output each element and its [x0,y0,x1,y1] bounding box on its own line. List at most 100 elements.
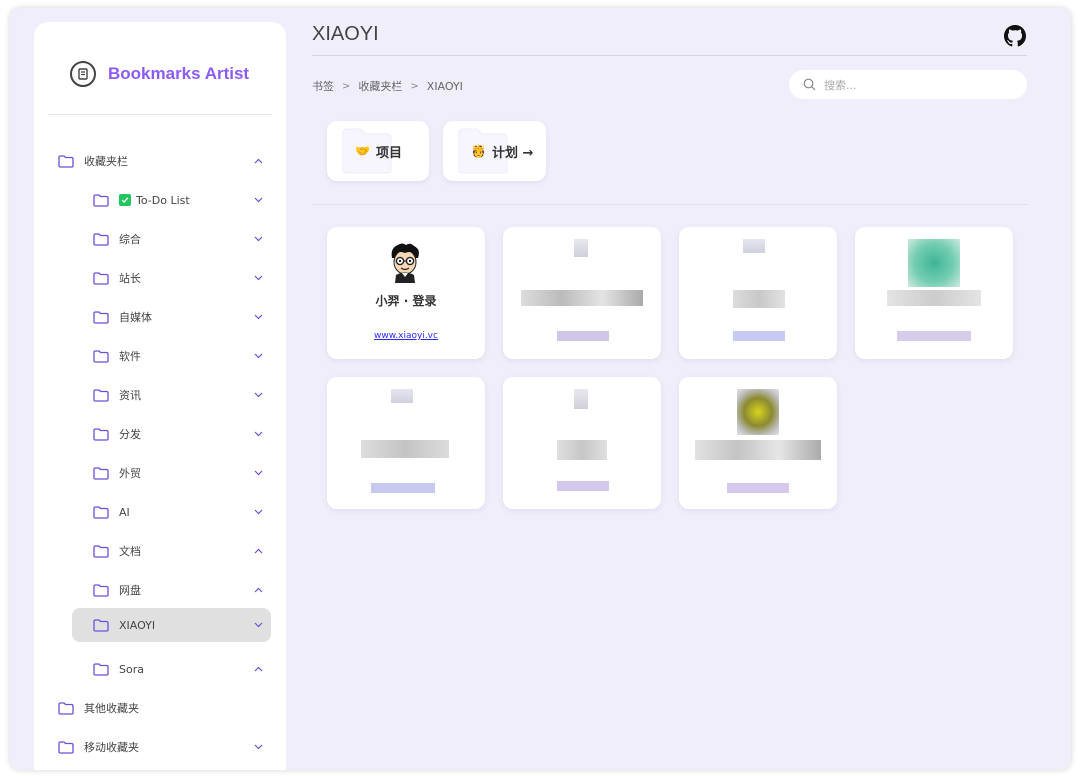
sidebar-item-zhanzhang[interactable]: 站长 [93,261,264,295]
blurred-url [727,483,789,493]
bookmark-card[interactable] [327,377,485,509]
chevron-down-icon[interactable] [252,741,264,753]
folder-icon [93,662,109,676]
folder-icon [93,583,109,597]
folder-icon [93,310,109,324]
blurred-favicon [574,389,588,409]
sidebar-item-wendang[interactable]: 文档 [93,534,264,568]
chevron-down-icon[interactable] [252,311,264,323]
blurred-favicon [743,239,765,253]
sidebar-item-mobile[interactable]: 移动收藏夹 [58,730,264,764]
bookmark-card[interactable] [679,227,837,359]
folder-card-label: 项目 [375,145,402,161]
blurred-favicon [908,239,960,287]
sidebar-item-label: 综合 [119,233,141,246]
blurred-title [521,290,643,306]
chevron-up-icon[interactable] [252,584,264,596]
chevron-down-icon[interactable] [252,389,264,401]
blurred-title [887,290,981,306]
sidebar-item-label: 其他收藏夹 [84,702,139,715]
blurred-title [361,440,449,458]
sidebar-item-xiaoyi[interactable]: XIAOYI [72,608,271,642]
sidebar-item-zimeiti[interactable]: 自媒体 [93,300,264,334]
folder-icon [93,427,109,441]
folder-icon [93,271,109,285]
divider [312,55,1027,56]
divider [312,204,1028,205]
brand[interactable]: Bookmarks Artist [70,54,249,94]
sidebar-item-other[interactable]: 其他收藏夹 [58,691,264,725]
sidebar-item-label: 软件 [119,350,141,363]
bookmark-url[interactable]: www.xiaoyi.vc [327,331,485,341]
sidebar-item-ruanjian[interactable]: 软件 [93,339,264,373]
chevron-up-icon[interactable] [252,155,264,167]
breadcrumb-separator: > [410,80,419,92]
sidebar-item-label: 文档 [119,545,141,558]
folder-icon [93,544,109,558]
breadcrumb-item[interactable]: 收藏夹栏 [358,78,402,94]
sidebar-item-label: To-Do List [136,193,190,207]
chevron-down-icon[interactable] [252,233,264,245]
chevron-down-icon[interactable] [252,272,264,284]
folder-icon [58,154,74,168]
checkmark-icon [119,194,131,206]
sidebar-item-label: 自媒体 [119,311,152,324]
blurred-url [557,481,609,491]
page-title: XIAOYI [312,23,379,45]
breadcrumb-item[interactable]: XIAOYI [427,80,463,93]
breadcrumb: 书签 > 收藏夹栏 > XIAOYI [312,78,463,94]
chevron-up-icon[interactable] [252,545,264,557]
sidebar-item-label: 站长 [119,272,141,285]
chevron-up-icon[interactable] [252,663,264,675]
search-input[interactable]: 搜索... [789,70,1027,99]
bookmark-card[interactable] [855,227,1013,359]
bookmark-card[interactable] [503,227,661,359]
blurred-favicon [574,239,588,257]
sidebar-item-root[interactable]: 收藏夹栏 [58,144,264,178]
app-title: Bookmarks Artist [108,64,250,83]
sidebar-item-label: AI [119,505,130,519]
app-window: Bookmarks Artist 收藏夹栏 To-Do List 综合 站长 自… [10,8,1071,770]
folder-icon [93,232,109,246]
chevron-down-icon[interactable] [252,506,264,518]
github-icon[interactable] [1004,25,1026,47]
bookmark-card[interactable] [503,377,661,509]
sidebar-item-label: XIAOYI [119,618,156,632]
sidebar-item-label: 网盘 [119,584,141,597]
divider [48,114,272,115]
sidebar-item-zonghe[interactable]: 综合 [93,222,264,256]
sidebar-item-wangpan[interactable]: 网盘 [93,573,264,607]
chevron-down-icon[interactable] [252,194,264,206]
sidebar-item-todo[interactable]: To-Do List [93,183,264,217]
chevron-down-icon[interactable] [252,428,264,440]
folder-icon [58,701,74,715]
folder-icon [93,618,109,632]
blurred-url [371,483,435,493]
bookmark-card[interactable]: 小羿 · 登录 www.xiaoyi.vc [327,227,485,359]
sidebar-item-fenfa[interactable]: 分发 [93,417,264,451]
chevron-down-icon[interactable] [252,467,264,479]
search-icon [803,78,816,91]
chevron-down-icon[interactable] [252,350,264,362]
folder-card-projects[interactable]: 🤝 项目 [327,121,429,181]
sidebar-item-ai[interactable]: AI [93,495,264,529]
sidebar: Bookmarks Artist 收藏夹栏 To-Do List 综合 站长 自… [34,22,286,770]
folder-icon [93,193,109,207]
bookmark-card[interactable] [679,377,837,509]
folder-icon [58,740,74,754]
sidebar-item-zixun[interactable]: 资讯 [93,378,264,412]
chevron-down-icon[interactable] [252,619,264,631]
search-placeholder: 搜索... [824,78,857,92]
sidebar-item-waimao[interactable]: 外贸 [93,456,264,490]
bookmark-logo-icon [70,61,96,87]
folder-icon [93,505,109,519]
bookmark-title: 小羿 · 登录 [375,294,437,308]
folder-card-plan[interactable]: 🫅 计划 → [443,121,546,181]
cartoon-avatar-icon [391,243,419,283]
sidebar-item-label: Sora [119,662,144,676]
crown-icon: 🫅 [471,144,486,158]
sidebar-item-sora[interactable]: Sora [93,652,264,686]
sidebar-item-label: 移动收藏夹 [84,741,139,754]
breadcrumb-item[interactable]: 书签 [312,78,334,94]
blurred-url [897,331,971,341]
